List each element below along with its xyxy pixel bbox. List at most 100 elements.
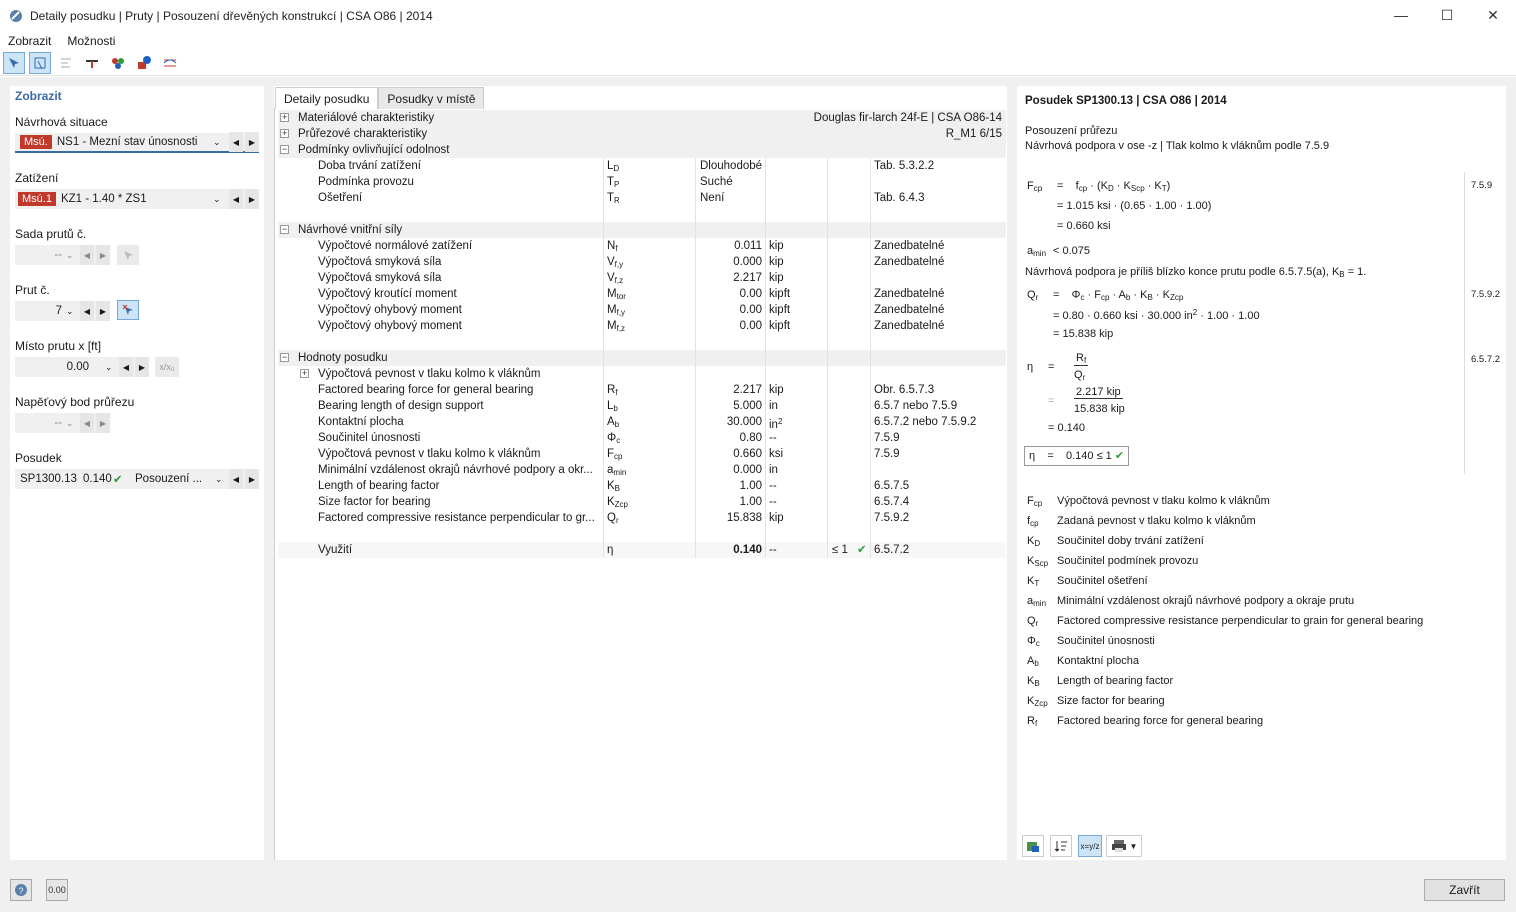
expand-icon[interactable]: +: [280, 129, 289, 138]
prev-arrow-icon[interactable]: ◀: [229, 132, 243, 152]
formula-qr-result: = 15.838 kip: [1053, 328, 1114, 340]
legend-item: Ab Kontaktní plocha: [1027, 655, 1139, 668]
prev-arrow-icon[interactable]: ◀: [229, 469, 243, 489]
tab-location-checks[interactable]: Posudky v místě: [378, 87, 485, 109]
forces-row[interactable]: Výpočtové normálové zatížení Nf 0.011 kip Za…: [278, 238, 1006, 254]
chevron-down-icon: ⌄: [105, 361, 113, 372]
align-icon[interactable]: [55, 52, 77, 74]
collapse-icon[interactable]: −: [280, 353, 289, 362]
vals-row[interactable]: Size factor for bearing KZcp 1.00 -- 6.5.7.4: [278, 494, 1006, 510]
location-combo[interactable]: 0.00 ⌄ ◀ ▶: [15, 357, 149, 377]
expand-icon[interactable]: +: [300, 369, 309, 378]
chevron-down-icon: ⌄: [66, 305, 74, 316]
forces-row[interactable]: Výpočtový ohybový moment Mf,y 0.00 kipft Zan…: [278, 302, 1006, 318]
vals-row[interactable]: Length of bearing factor KB 1.00 -- 6.5.7.5: [278, 478, 1006, 494]
formula-icon[interactable]: x=y/z: [1078, 835, 1102, 857]
row-value: 1.00: [739, 496, 762, 508]
prev-arrow-icon[interactable]: ◀: [229, 189, 243, 209]
prev-arrow-icon[interactable]: ◀: [80, 301, 94, 321]
svg-text:?: ?: [19, 886, 24, 896]
collapse-icon[interactable]: −: [280, 145, 289, 154]
row-unit: --: [769, 480, 777, 492]
section-material[interactable]: + Materiálové charakteristiky Douglas fir-…: [278, 110, 1006, 126]
member-icon[interactable]: [81, 52, 103, 74]
diagram-icon[interactable]: [159, 52, 181, 74]
row-unit: kip: [769, 256, 784, 268]
section-check-values[interactable]: − Hodnoty posudku: [278, 350, 1006, 366]
pick-set-icon[interactable]: [117, 245, 139, 265]
export-icon[interactable]: [1022, 835, 1044, 857]
chevron-down-icon: ⌄: [213, 193, 221, 204]
legend-symbol: Ab: [1027, 655, 1039, 668]
legend-item: KD Součinitel doby trvání zatížení: [1027, 535, 1204, 548]
next-arrow-icon[interactable]: ▶: [96, 413, 110, 433]
load-combo[interactable]: Msú.1 KZ1 - 1.40 * ZS1 ⌄ ◀ ▶: [15, 189, 259, 209]
maximize-button[interactable]: ☐: [1424, 0, 1470, 30]
formula-fcp: Fcp: [1027, 180, 1043, 193]
forces-row[interactable]: Výpočtový kroutící moment Mtor 0.00 kipft Za…: [278, 286, 1006, 302]
vals-row[interactable]: Bearing length of design support Lb 5.000 i…: [278, 398, 1006, 414]
section-conditions[interactable]: − Podmínky ovlivňující odolnost: [278, 142, 1006, 158]
menu-zobrazit[interactable]: Zobrazit: [0, 34, 59, 48]
close-window-button[interactable]: ✕: [1470, 0, 1516, 30]
prev-arrow-icon[interactable]: ◀: [80, 413, 94, 433]
subsection-bearing[interactable]: + Výpočtová pevnost v tlaku kolmo k vlákn…: [278, 366, 1006, 382]
collapse-icon[interactable]: −: [280, 225, 289, 234]
section-cross-section[interactable]: + Průřezové charakteristiky R_M1 6/15: [278, 126, 1006, 142]
situation-value: NS1 - Mezní stav únosnosti: [56, 136, 198, 148]
row-value: 5.000: [733, 400, 762, 412]
cond-row[interactable]: Doba trvání zatížení LD Dlouhodobé Tab. 5.3…: [278, 158, 1006, 174]
utilization-row[interactable]: Využití η 0.140 -- ≤ 1 ✔ 6.5.7.2: [278, 542, 1006, 558]
stress-point-combo[interactable]: -- ⌄ ◀ ▶: [15, 413, 110, 433]
minimize-button[interactable]: —: [1378, 0, 1424, 30]
legend-text: Součinitel únosnosti: [1057, 635, 1155, 647]
section-forces[interactable]: − Návrhové vnitřní síly: [278, 222, 1006, 238]
colors-icon[interactable]: [107, 52, 129, 74]
set-combo[interactable]: -- ⌄ ◀ ▶: [15, 245, 110, 265]
vals-row[interactable]: Factored compressive resistance perpendi…: [278, 510, 1006, 526]
tab-details[interactable]: Detaily posudku: [275, 87, 379, 109]
cond-row[interactable]: Podmínka provozu TP Suché: [278, 174, 1006, 190]
prev-arrow-icon[interactable]: ◀: [119, 357, 133, 377]
row-name: Ošetření: [318, 192, 363, 204]
help-icon[interactable]: ?: [10, 879, 32, 901]
select-location-icon[interactable]: [29, 51, 51, 74]
next-arrow-icon[interactable]: ▶: [96, 301, 110, 321]
next-arrow-icon[interactable]: ▶: [96, 245, 110, 265]
next-arrow-icon[interactable]: ▶: [245, 189, 259, 209]
next-arrow-icon[interactable]: ▶: [135, 357, 149, 377]
relative-location-button[interactable]: x/x₀: [155, 357, 179, 377]
vals-row[interactable]: Součinitel únosnosti Φc 0.80 -- 7.5.9: [278, 430, 1006, 446]
legend-symbol: KD: [1027, 535, 1041, 548]
select-member-icon[interactable]: [3, 51, 25, 74]
sort-icon[interactable]: [1050, 835, 1072, 857]
cond-row[interactable]: Ošetření TR Není Tab. 6.4.3: [278, 190, 1006, 206]
pick-member-icon[interactable]: [117, 300, 139, 320]
row-name: Size factor for bearing: [318, 496, 431, 508]
member-combo[interactable]: 7 ⌄ ◀ ▶: [15, 301, 110, 321]
forces-row[interactable]: Výpočtová smyková síla Vf,z 2.217 kip: [278, 270, 1006, 286]
chevron-down-icon: ⌄: [215, 473, 223, 484]
info-icon[interactable]: [133, 52, 155, 74]
legend-item: KB Length of bearing factor: [1027, 675, 1173, 688]
ref-2: 7.5.9.2: [1471, 289, 1501, 300]
prev-arrow-icon[interactable]: ◀: [80, 245, 94, 265]
legend-item: Φc Součinitel únosnosti: [1027, 635, 1155, 648]
row-unit: kip: [769, 384, 784, 396]
situation-combo[interactable]: Msú. NS1 - Mezní stav únosnosti ⌄ ◀ ▶: [15, 132, 259, 153]
menu-moznosti[interactable]: Možnosti: [59, 34, 123, 48]
forces-row[interactable]: Výpočtová smyková síla Vf,y 0.000 kip Zanedb…: [278, 254, 1006, 270]
close-button[interactable]: Zavřít: [1424, 879, 1505, 901]
print-icon[interactable]: ▼: [1106, 835, 1142, 857]
vals-row[interactable]: Factored bearing force for general beari…: [278, 382, 1006, 398]
vals-row[interactable]: Výpočtová pevnost v tlaku kolmo k vláknů…: [278, 446, 1006, 462]
check-combo[interactable]: SP1300.13 0.140 ✔ Posouzení ... ⌄ ◀ ▶: [15, 469, 259, 489]
expand-icon[interactable]: +: [280, 113, 289, 122]
chevron-down-icon: ⌄: [213, 136, 221, 147]
next-arrow-icon[interactable]: ▶: [245, 132, 259, 152]
vals-row[interactable]: Minimální vzdálenost okrajů návrhové pod…: [278, 462, 1006, 478]
next-arrow-icon[interactable]: ▶: [245, 469, 259, 489]
units-icon[interactable]: 0.00: [46, 879, 68, 901]
forces-row[interactable]: Výpočtový ohybový moment Mf,z 0.00 kipft Zan…: [278, 318, 1006, 334]
vals-row[interactable]: Kontaktní plocha Ab 30.000 in2 6.5.7.2 nebo …: [278, 414, 1006, 431]
